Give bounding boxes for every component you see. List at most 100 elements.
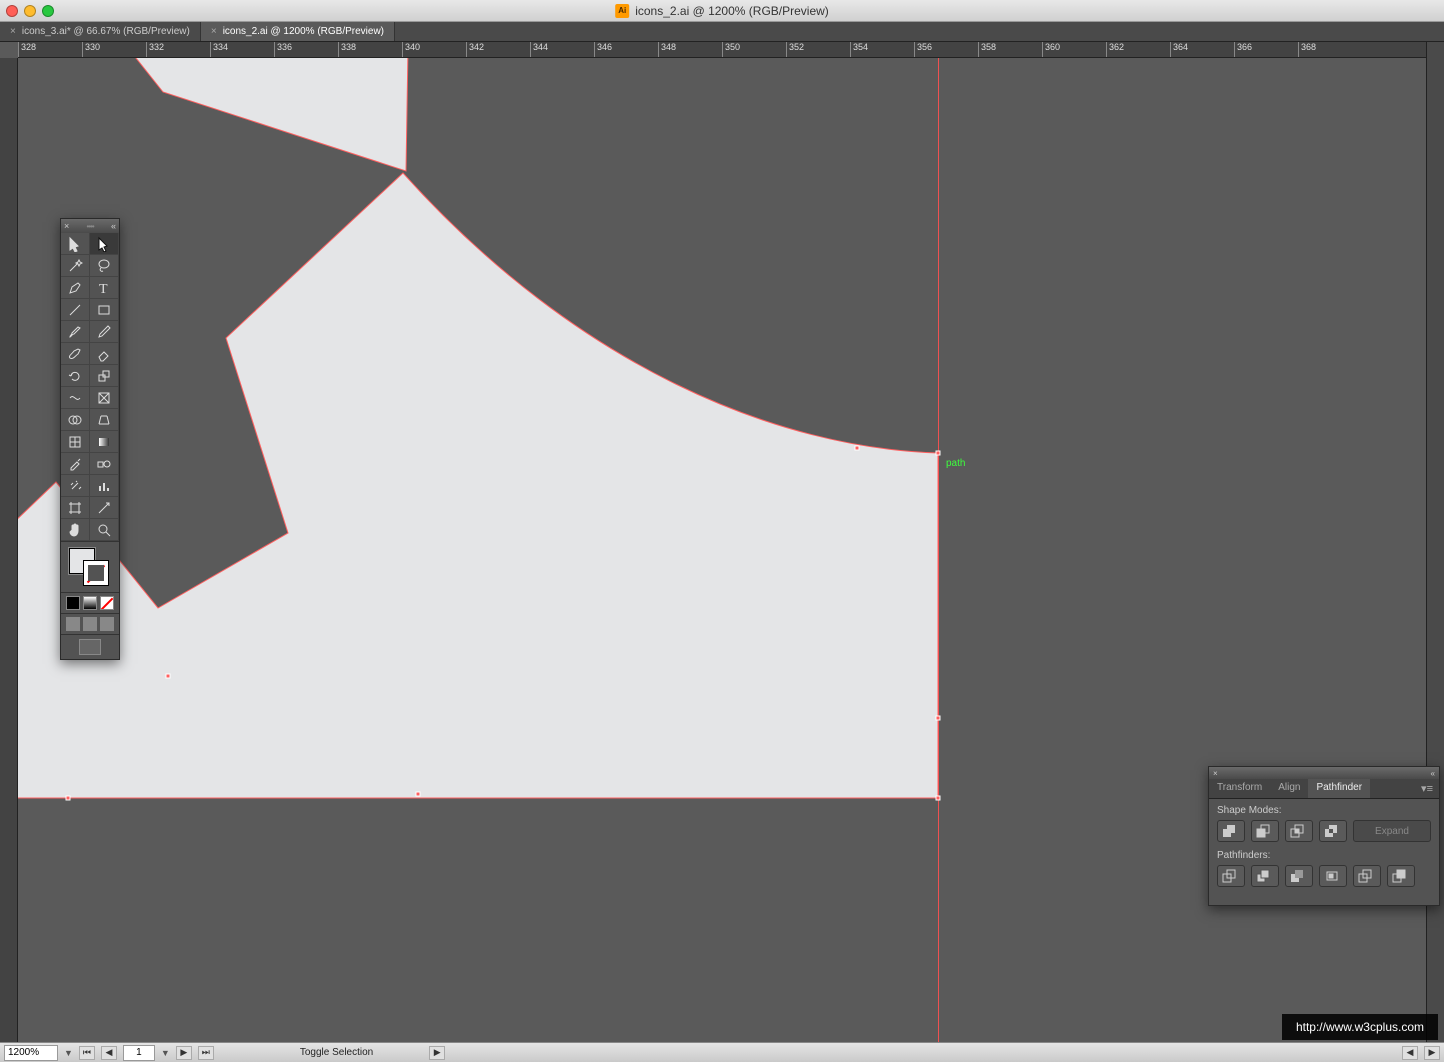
pathfinder-minus-back-button[interactable] [1387, 865, 1415, 887]
draw-inside-button[interactable] [100, 617, 114, 631]
vertical-ruler[interactable] [0, 58, 18, 1042]
anchor-point[interactable] [166, 674, 171, 679]
artboard-dropdown-icon[interactable]: ▼ [161, 1048, 170, 1058]
anchor-point[interactable] [416, 792, 421, 797]
type-tool[interactable]: T [90, 277, 119, 299]
next-artboard-button[interactable]: ▶ [176, 1046, 192, 1060]
slice-tool[interactable] [90, 497, 119, 519]
paintbrush-tool[interactable] [61, 321, 90, 343]
blend-tool[interactable] [90, 453, 119, 475]
tab-pathfinder[interactable]: Pathfinder [1308, 779, 1370, 798]
collapse-panel-icon[interactable]: « [1431, 769, 1435, 778]
line-tool[interactable] [61, 299, 90, 321]
color-mode-button[interactable] [66, 596, 80, 610]
hand-tool[interactable] [61, 519, 90, 541]
tools-panel[interactable]: × •••• « T [60, 218, 120, 660]
vertical-guide[interactable] [938, 58, 939, 1042]
close-panel-icon[interactable]: × [1213, 769, 1218, 778]
mesh-tool[interactable] [61, 431, 90, 453]
panel-header[interactable]: × « [1209, 767, 1439, 779]
hscroll-right-button[interactable]: ▶ [1424, 1046, 1440, 1060]
shape-mode-exclude-button[interactable] [1319, 820, 1347, 842]
ruler-tick: 354 [850, 42, 868, 57]
draw-normal-button[interactable] [66, 617, 80, 631]
width-tool[interactable] [61, 387, 90, 409]
shape-mode-minus-front-button[interactable] [1251, 820, 1279, 842]
anchor-point[interactable] [936, 451, 941, 456]
pathfinder-trim-button[interactable] [1251, 865, 1279, 887]
shape-mode-unite-button[interactable] [1217, 820, 1245, 842]
zoom-input[interactable] [4, 1045, 58, 1061]
prev-artboard-button[interactable]: ◀ [101, 1046, 117, 1060]
pen-tool[interactable] [61, 277, 90, 299]
panel-grip-icon[interactable]: •••• [87, 222, 94, 231]
hscroll-left-button[interactable]: ◀ [1402, 1046, 1418, 1060]
pathfinder-crop-button[interactable] [1319, 865, 1347, 887]
magic-wand-tool[interactable] [61, 255, 90, 277]
ruler-tick: 368 [1298, 42, 1316, 57]
ruler-tick: 350 [722, 42, 740, 57]
vector-shape[interactable] [128, 58, 408, 171]
eraser-tool[interactable] [90, 343, 119, 365]
pathfinder-merge-button[interactable] [1285, 865, 1313, 887]
none-mode-button[interactable] [100, 596, 114, 610]
tab-transform[interactable]: Transform [1209, 779, 1270, 798]
shape-builder-tool[interactable] [61, 409, 90, 431]
horizontal-ruler[interactable]: 3283303323343363383403423443463483503523… [18, 42, 1426, 58]
ruler-tick: 344 [530, 42, 548, 57]
shape-mode-intersect-button[interactable] [1285, 820, 1313, 842]
pathfinder-panel[interactable]: × « Transform Align Pathfinder ▾≡ Shape … [1208, 766, 1440, 906]
artboard-tool[interactable] [61, 497, 90, 519]
zoom-dropdown-icon[interactable]: ▼ [64, 1048, 73, 1058]
panel-tabs: Transform Align Pathfinder ▾≡ [1209, 779, 1439, 799]
expand-button[interactable]: Expand [1353, 820, 1431, 842]
panel-menu-icon[interactable]: ▾≡ [1415, 779, 1439, 798]
stroke-swatch[interactable] [83, 560, 109, 586]
document-tab-label: icons_2.ai @ 1200% (RGB/Preview) [223, 26, 384, 37]
lasso-tool[interactable] [90, 255, 119, 277]
close-tab-icon[interactable]: × [10, 26, 16, 37]
gradient-mode-button[interactable] [83, 596, 97, 610]
close-panel-icon[interactable]: × [64, 221, 69, 231]
blob-brush-tool[interactable] [61, 343, 90, 365]
anchor-point[interactable] [936, 716, 941, 721]
collapse-panel-icon[interactable]: « [111, 221, 116, 231]
scale-tool[interactable] [90, 365, 119, 387]
minimize-window-button[interactable] [24, 5, 36, 17]
column-graph-tool[interactable] [90, 475, 119, 497]
shape-modes-label: Shape Modes: [1217, 805, 1431, 816]
symbol-sprayer-tool[interactable] [61, 475, 90, 497]
status-menu-button[interactable]: ▶ [429, 1046, 445, 1060]
anchor-point[interactable] [936, 796, 941, 801]
pencil-tool[interactable] [90, 321, 119, 343]
ruler-tick: 366 [1234, 42, 1252, 57]
artboard-number-input[interactable] [123, 1045, 155, 1061]
close-window-button[interactable] [6, 5, 18, 17]
last-artboard-button[interactable]: ⏭ [198, 1046, 214, 1060]
first-artboard-button[interactable]: ⏮ [79, 1046, 95, 1060]
draw-behind-button[interactable] [83, 617, 97, 631]
zoom-tool[interactable] [90, 519, 119, 541]
selection-tool[interactable] [61, 233, 90, 255]
panel-header[interactable]: × •••• « [61, 219, 119, 233]
status-hint: Toggle Selection [300, 1047, 373, 1058]
gradient-tool[interactable] [90, 431, 119, 453]
vector-shape-selected[interactable] [18, 173, 938, 798]
warp-tool[interactable] [90, 387, 119, 409]
anchor-point[interactable] [66, 796, 71, 801]
eyedropper-tool[interactable] [61, 453, 90, 475]
anchor-point[interactable] [855, 446, 860, 451]
pathfinder-outline-button[interactable] [1353, 865, 1381, 887]
perspective-tool[interactable] [90, 409, 119, 431]
direct-selection-tool[interactable] [90, 233, 119, 255]
rotate-tool[interactable] [61, 365, 90, 387]
screen-mode-button[interactable] [79, 639, 101, 655]
pathfinder-divide-button[interactable] [1217, 865, 1245, 887]
ruler-tick: 338 [338, 42, 356, 57]
document-tab[interactable]: × icons_2.ai @ 1200% (RGB/Preview) [201, 22, 395, 41]
close-tab-icon[interactable]: × [211, 26, 217, 37]
tab-align[interactable]: Align [1270, 779, 1308, 798]
document-tab[interactable]: × icons_3.ai* @ 66.67% (RGB/Preview) [0, 22, 201, 41]
rectangle-tool[interactable] [90, 299, 119, 321]
zoom-window-button[interactable] [42, 5, 54, 17]
